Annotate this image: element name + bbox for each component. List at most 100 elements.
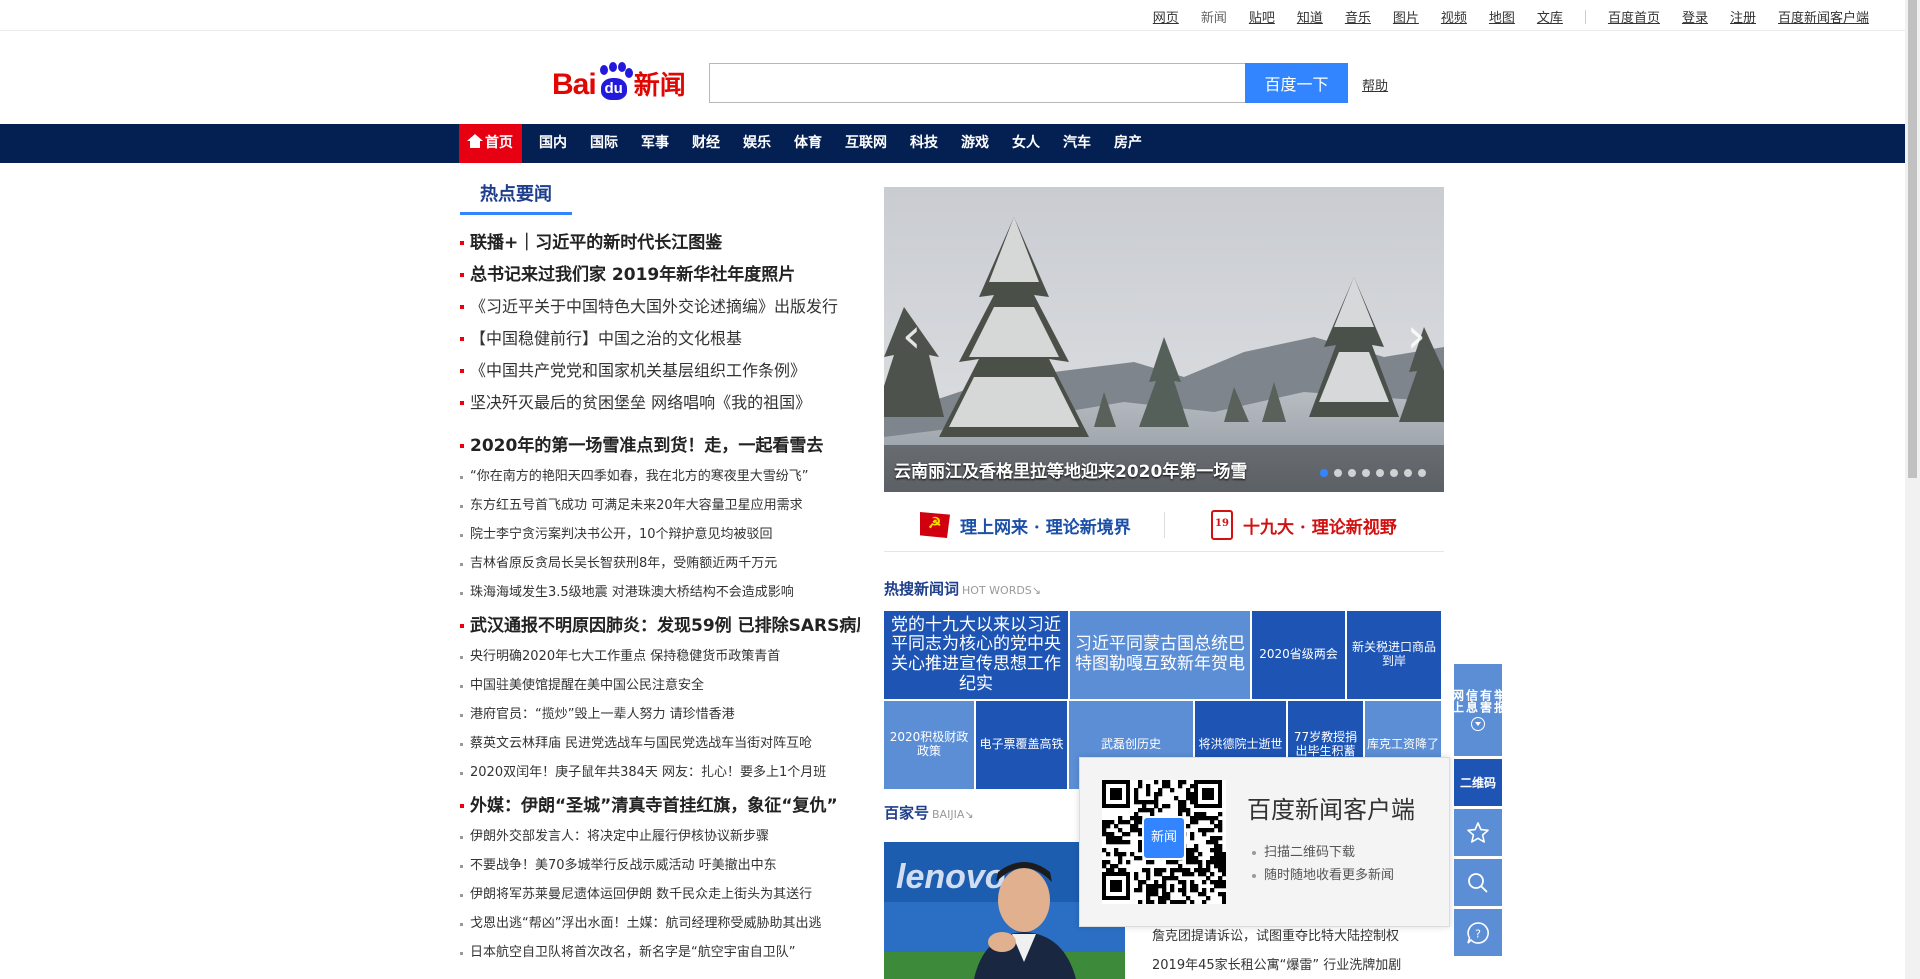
- carousel-next-arrow-icon[interactable]: ›: [1407, 312, 1426, 360]
- channel-item[interactable]: 财经: [684, 124, 728, 163]
- report-label-column: 举报: [1492, 689, 1507, 713]
- news-headline[interactable]: 中国驻美使馆提醒在美中国公民注意安全: [460, 671, 860, 700]
- theory-banners: 理上网来 · 理论新境界 十九大 · 理论新视野: [884, 502, 1444, 552]
- channel-item[interactable]: 军事: [633, 124, 677, 163]
- news-headline[interactable]: 院士李宁贪污案判决书公开，10个辩护意见均被驳回: [460, 520, 860, 549]
- hotword-tile[interactable]: 新关税进口商品到岸: [1347, 611, 1441, 699]
- carousel-dot[interactable]: [1418, 469, 1426, 477]
- hotwords-heading[interactable]: 热搜新闻词 HOT WORDS↘: [884, 578, 1041, 599]
- news-headline[interactable]: “你在南方的艳阳天四季如春，我在北方的寒夜里大雪纷飞”: [460, 462, 860, 491]
- hotword-tile[interactable]: 2020积极财政政策: [884, 701, 974, 789]
- baijia-heading[interactable]: 百家号 BAIJIA↘: [884, 802, 974, 823]
- news-headline[interactable]: 日本航空自卫队将首次改名，新名字是“航空宇宙自卫队”: [460, 938, 860, 967]
- news-headline[interactable]: 外媒：伊朗“圣城”清真寺首挂红旗，象征“复仇”: [460, 790, 860, 822]
- carousel-dot[interactable]: [1404, 469, 1412, 477]
- topnav-link[interactable]: 新闻: [1201, 7, 1227, 26]
- baijia-news-list: 詹克团提请诉讼，试图重夺比特大陆控制权 2019年45家长租公寓“爆雷” 行业洗…: [1152, 922, 1401, 979]
- topnav-right-link[interactable]: 登录: [1682, 7, 1708, 26]
- channel-item[interactable]: 科技: [902, 124, 946, 163]
- hotword-tile[interactable]: 党的十九大以来以习近平同志为核心的党中央关心推进宣传思想工作纪实: [884, 611, 1068, 699]
- scrollbar-thumb[interactable]: [1908, 0, 1917, 478]
- carousel-dot[interactable]: [1334, 469, 1342, 477]
- banner-divider: [1164, 512, 1165, 538]
- topnav-link[interactable]: 知道: [1297, 7, 1323, 26]
- news-headline[interactable]: 总书记来过我们家 2019年新华社年度照片: [460, 259, 860, 291]
- search-input[interactable]: [709, 63, 1245, 103]
- news-headline[interactable]: 2020年的第一场雪准点到货！走，一起看雪去: [460, 430, 860, 462]
- carousel-dot[interactable]: [1320, 469, 1328, 477]
- channel-item[interactable]: 国际: [582, 124, 626, 163]
- news-headline[interactable]: 东方红五号首飞成功 可满足未来20年大容量卫星应用需求: [460, 491, 860, 520]
- favorite-button[interactable]: [1454, 809, 1502, 856]
- channel-item[interactable]: 女人: [1004, 124, 1048, 163]
- topnav-right-link[interactable]: 百度首页: [1608, 7, 1660, 26]
- list-item[interactable]: 2019年45家长租公寓“爆雷” 行业洗牌加剧: [1152, 951, 1401, 979]
- news-headline[interactable]: 武汉通报不明原因肺炎：发现59例 已排除SARS病原: [460, 610, 860, 642]
- banner-19th-congress[interactable]: 十九大 · 理论新视野: [1211, 508, 1397, 542]
- news-headline[interactable]: 吉林省原反贪局长吴长智获刑8年，受贿额近两千万元: [460, 549, 860, 578]
- news-headline[interactable]: 蔡英文云林拜庙 民进党选战车与国民党选战车当街对阵互呛: [460, 729, 860, 758]
- channel-item[interactable]: 游戏: [953, 124, 997, 163]
- news-headline[interactable]: 伊朗将军苏莱曼尼遗体运回伊朗 数千民众走上街头为其送行: [460, 880, 860, 909]
- topnav-link[interactable]: 贴吧: [1249, 7, 1275, 26]
- channel-item[interactable]: 汽车: [1055, 124, 1099, 163]
- topnav-link[interactable]: 网页: [1153, 7, 1179, 26]
- client-qr-popup: 新闻 百度新闻客户端 扫描二维码下载 随时随地收看更多新闻: [1079, 757, 1450, 927]
- topnav-link[interactable]: 音乐: [1345, 7, 1371, 26]
- news-headline[interactable]: 《中国共产党党和国家机关基层组织工作条例》: [460, 355, 860, 387]
- qr-code-button[interactable]: 二维码: [1454, 759, 1502, 806]
- channel-home[interactable]: 首页: [459, 124, 522, 163]
- carousel-dot[interactable]: [1390, 469, 1398, 477]
- topnav-right-link[interactable]: 百度新闻客户端: [1778, 7, 1869, 26]
- congress-badge-icon: [1211, 510, 1233, 540]
- hotword-tile[interactable]: 习近平同蒙古国总统巴特图勒嘎互致新年贺电: [1070, 611, 1250, 699]
- party-flag-icon: [920, 512, 950, 538]
- news-headline[interactable]: 坚决歼灭最后的贫困堡垒 网络唱响《我的祖国》: [460, 387, 860, 419]
- topnav-link[interactable]: 视频: [1441, 7, 1467, 26]
- channel-item[interactable]: 娱乐: [735, 124, 779, 163]
- banner-theory-online[interactable]: 理上网来 · 理论新境界: [920, 508, 1131, 542]
- report-label-column: 网上: [1450, 689, 1465, 713]
- news-headline[interactable]: 珠海海域发生3.5级地震 对港珠澳大桥结构不会造成影响: [460, 578, 860, 607]
- news-headline[interactable]: 《习近平关于中国特色大国外交论述摘编》出版发行: [460, 291, 860, 323]
- page-scrollbar[interactable]: [1905, 0, 1920, 979]
- news-headline[interactable]: 【中国稳健前行】中国之治的文化根基: [460, 323, 860, 355]
- topnav-link[interactable]: 文库: [1537, 7, 1563, 26]
- channel-item[interactable]: 房产: [1106, 124, 1150, 163]
- help-link[interactable]: 帮助: [1362, 75, 1388, 94]
- tab-hot-news-label: 热点要闻: [480, 184, 552, 205]
- carousel-prev-arrow-icon[interactable]: ‹: [902, 312, 921, 360]
- carousel-caption[interactable]: 云南丽江及香格里拉等地迎来2020年第一场雪: [894, 457, 1247, 482]
- carousel-dot[interactable]: [1362, 469, 1370, 477]
- hotword-tile[interactable]: 2020省级两会: [1252, 611, 1345, 699]
- news-headline[interactable]: 联播+｜习近平的新时代长江图鉴: [460, 227, 860, 259]
- channel-item[interactable]: 体育: [786, 124, 830, 163]
- topnav-link[interactable]: 地图: [1489, 7, 1515, 26]
- news-headline[interactable]: 伊朗外交部发言人：将决定中止履行伊核协议新步骤: [460, 822, 860, 851]
- tab-hot-news[interactable]: 热点要闻: [460, 177, 572, 215]
- topnav-right-link[interactable]: 注册: [1730, 7, 1756, 26]
- channel-item[interactable]: 国内: [531, 124, 575, 163]
- photo-carousel[interactable]: ‹ › 云南丽江及香格里拉等地迎来2020年第一场雪: [884, 187, 1444, 492]
- baidu-news-logo[interactable]: Bai du 新闻: [552, 52, 686, 102]
- search-float-button[interactable]: [1454, 859, 1502, 906]
- baijia-title: 百家号: [884, 804, 930, 822]
- search-icon: [1468, 872, 1488, 893]
- hotword-tile[interactable]: 电子票覆盖高铁: [976, 701, 1067, 789]
- channel-item[interactable]: 互联网: [837, 124, 895, 163]
- topnav-link[interactable]: 图片: [1393, 7, 1419, 26]
- feedback-button[interactable]: ?: [1454, 909, 1502, 956]
- news-headline[interactable]: 央行明确2020年七大工作重点 保持稳健货币政策青首: [460, 642, 860, 671]
- report-harmful-info-button[interactable]: 网上 信息 有害 举报: [1450, 664, 1507, 756]
- logo-text-news: 新闻: [633, 71, 686, 101]
- search-button[interactable]: 百度一下: [1245, 63, 1348, 103]
- news-headline[interactable]: 2020双闰年！庚子鼠年共384天 网友：扎心！要多上1个月班: [460, 758, 860, 787]
- feedback-icon: ?: [1467, 921, 1489, 944]
- baidu-paw-icon: du: [597, 62, 633, 102]
- news-headline[interactable]: 港府官员：“揽炒”毁上一辈人努力 请珍惜香港: [460, 700, 860, 729]
- news-headline[interactable]: 不要战争！美70多城举行反战示威活动 吁美撤出中东: [460, 851, 860, 880]
- carousel-dot[interactable]: [1348, 469, 1356, 477]
- news-headline[interactable]: 戈恩出逃“帮凶”浮出水面！土媒：航司经理称受威胁助其出逃: [460, 909, 860, 938]
- report-label-column: 有害: [1478, 689, 1493, 713]
- carousel-dot[interactable]: [1376, 469, 1384, 477]
